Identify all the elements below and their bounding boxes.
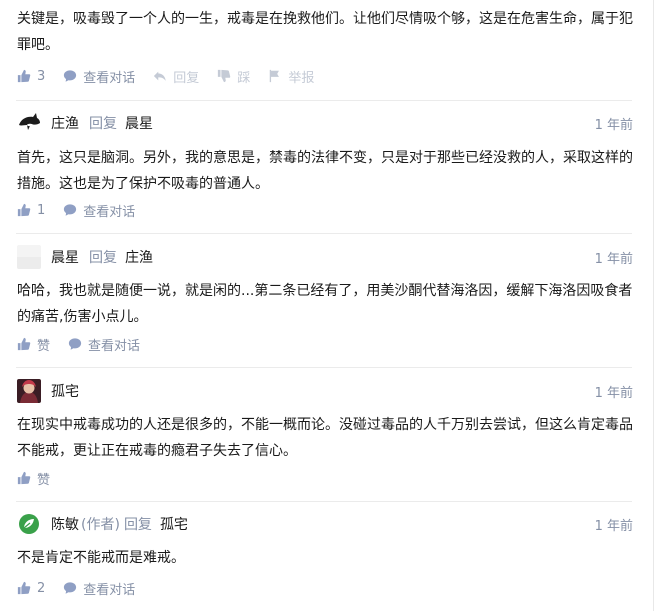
- comment-actions: 赞: [17, 468, 68, 488]
- avatar[interactable]: [17, 245, 41, 269]
- comment-time: 1 年前: [594, 518, 633, 534]
- reply-to-name[interactable]: 庄渔: [125, 247, 153, 267]
- speech-bubble-icon: [64, 204, 77, 216]
- like-button[interactable]: 赞: [17, 469, 50, 488]
- dislike-label: 踩: [237, 70, 251, 86]
- thumbs-up-icon: [17, 69, 31, 83]
- thumbs-down-icon: [218, 69, 231, 83]
- character-avatar-icon: [17, 379, 41, 403]
- like-button[interactable]: 赞: [17, 335, 50, 354]
- view-conversation-label: 查看对话: [83, 582, 136, 598]
- view-conversation-button[interactable]: 查看对话: [63, 579, 135, 598]
- comment-header: 孤宅 1 年前: [17, 378, 633, 404]
- comment-text: 在现实中戒毒成功的人还是很多的，不能一概而论。没碰过毒品的人千万别去尝试，但这么…: [17, 417, 633, 459]
- comment-divider: [16, 501, 632, 502]
- reply-word: 回复: [123, 517, 152, 533]
- blank-avatar-icon: [17, 245, 41, 269]
- like-button[interactable]: 3: [17, 69, 45, 84]
- report-button[interactable]: 举报: [268, 67, 314, 86]
- author-name[interactable]: 陈敏: [51, 514, 79, 534]
- avatar[interactable]: [17, 379, 41, 403]
- like-count: 1: [37, 202, 46, 218]
- comment-actions: 赞 查看对话: [17, 334, 158, 354]
- comment-header: 晨星 回复 庄渔 1 年前: [17, 244, 633, 270]
- comment-text: 不是肯定不能戒而是难戒。: [17, 550, 185, 566]
- reply-label: 回复: [173, 70, 200, 86]
- comment-time: 1 年前: [594, 251, 633, 267]
- like-count: 3: [37, 68, 46, 84]
- thumbs-up-icon: [17, 337, 31, 351]
- thumbs-up-icon: [17, 471, 31, 485]
- comment-text: 哈哈，我也就是随便一说，就是闲的...第二条已经有了，用美沙酮代替海洛因，缓解下…: [17, 283, 633, 325]
- reply-word: 回复: [89, 116, 117, 132]
- author-name[interactable]: 晨星: [51, 247, 79, 267]
- avatar[interactable]: [17, 111, 41, 135]
- comment-text: 关键是，吸毒毁了一个人的一生，戒毒是在挽救他们。让他们尽情吸个够，这是在危害生命…: [17, 11, 633, 53]
- avatar[interactable]: [17, 512, 41, 536]
- speech-bubble-icon: [64, 70, 77, 82]
- orca-avatar-icon: [17, 111, 41, 135]
- view-conversation-label: 查看对话: [83, 70, 136, 86]
- reply-word: 回复: [89, 250, 117, 266]
- like-count: 2: [37, 580, 46, 596]
- comment-actions: 2 查看对话: [17, 578, 153, 598]
- comment-text: 首先，这只是脑洞。另外，我的意思是，禁毒的法律不变，只是对于那些已经没救的人，采…: [17, 150, 633, 192]
- view-conversation-button[interactable]: 查看对话: [68, 335, 140, 354]
- speech-bubble-icon: [64, 582, 77, 594]
- comment-time: 1 年前: [594, 117, 633, 133]
- comment-divider: [16, 233, 632, 234]
- comment-actions: 3 查看对话 回复 踩 举报: [17, 66, 332, 86]
- comment-actions: 1 查看对话: [17, 200, 153, 220]
- author-name[interactable]: 孤宅: [51, 381, 79, 401]
- dislike-button[interactable]: 踩: [217, 67, 250, 86]
- comment-header: 庄渔 回复 晨星 1 年前: [17, 110, 633, 136]
- comment-divider: [16, 367, 632, 368]
- reply-button[interactable]: 回复: [153, 67, 199, 86]
- like-label: 赞: [37, 338, 51, 354]
- author-tag: (作者): [81, 517, 120, 533]
- comment-divider: [16, 100, 632, 101]
- view-conversation-button[interactable]: 查看对话: [63, 201, 135, 220]
- author-name[interactable]: 庄渔: [51, 113, 79, 133]
- thumbs-up-icon: [17, 203, 31, 217]
- reply-to-name[interactable]: 晨星: [125, 113, 153, 133]
- like-button[interactable]: 1: [17, 203, 45, 218]
- leaf-logo-avatar-icon: [17, 512, 41, 536]
- report-label: 举报: [288, 70, 315, 86]
- comment-time: 1 年前: [594, 385, 633, 401]
- view-conversation-label: 查看对话: [83, 204, 136, 220]
- comment-header: 陈敏 (作者) 回复 孤宅 1 年前: [17, 511, 633, 537]
- speech-bubble-icon: [68, 338, 82, 350]
- right-border: [653, 0, 654, 611]
- like-label: 赞: [37, 472, 51, 488]
- like-button[interactable]: 2: [17, 581, 45, 596]
- view-conversation-label: 查看对话: [88, 338, 141, 354]
- reply-to-name[interactable]: 孤宅: [160, 514, 188, 534]
- reply-arrow-icon: [154, 71, 166, 81]
- flag-icon: [270, 69, 280, 83]
- thumbs-up-icon: [17, 581, 31, 595]
- view-conversation-button[interactable]: 查看对话: [63, 67, 135, 86]
